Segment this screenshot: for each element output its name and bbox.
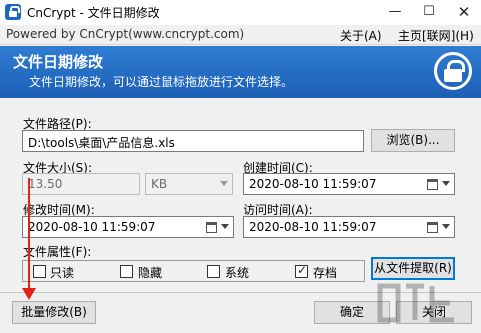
watermark-graphic [377,283,454,323]
chevron-down-icon[interactable] [221,224,229,229]
hidden-label: 隐藏 [138,266,163,280]
annotation-arrow-head [22,288,36,300]
modified-time-picker[interactable]: 2020-08-10 11:59:07 [22,216,234,238]
system-checkbox[interactable] [207,265,220,278]
accessed-time-picker[interactable]: 2020-08-10 11:59:07 [243,216,455,238]
file-size-input: 13.50 [22,173,140,195]
accessed-time-value: 2020-08-10 11:59:07 [249,220,377,234]
check-icon: ✓ [297,263,308,277]
size-unit-value: KB [151,177,168,191]
menu-about[interactable]: 关于(A) [340,27,382,44]
readonly-checkbox[interactable] [33,265,46,278]
header-subtitle: 文件日期修改，可以通过鼠标拖放进行文件选择。 [29,75,294,89]
powered-by-text: Powered by CnCrypt(www.cncrypt.com) [6,27,245,41]
minimize-button[interactable]: — [378,0,412,25]
window-title: CnCrypt - 文件日期修改 [27,6,160,20]
calendar-icon[interactable] [206,222,217,233]
chevron-down-icon [220,181,228,186]
title-bar: CnCrypt - 文件日期修改 — ☐ ✕ [0,0,481,25]
menu-bar: Powered by CnCrypt(www.cncrypt.com) 关于(A… [0,25,481,45]
readonly-label: 只读 [50,266,75,280]
header-banner: 文件日期修改 文件日期修改，可以通过鼠标拖放进行文件选择。 [0,46,481,98]
system-label: 系统 [225,266,250,280]
hidden-checkbox[interactable] [120,265,133,278]
chevron-down-icon[interactable] [442,181,450,186]
menu-home[interactable]: 主页[联网](H) [398,27,474,44]
chevron-down-icon[interactable] [442,224,450,229]
archive-checkbox[interactable]: ✓ [295,263,308,278]
archive-label: 存档 [313,266,338,280]
maximize-button[interactable]: ☐ [412,0,446,25]
created-time-picker[interactable]: 2020-08-10 11:59:07 [243,173,455,195]
batch-modify-button[interactable]: 批量修改(B) [12,301,96,324]
lock-icon [434,52,472,90]
annotation-arrow-line [28,178,30,293]
browse-button[interactable]: 浏览(B)... [371,129,455,152]
app-lock-icon [5,4,21,20]
header-title: 文件日期修改 [13,53,104,71]
created-time-value: 2020-08-10 11:59:07 [249,177,377,191]
attributes-group: 只读 隐藏 系统 ✓ 存档 [22,260,365,282]
calendar-icon[interactable] [427,222,438,233]
modified-time-value: 2020-08-10 11:59:07 [28,220,156,234]
size-unit-select: KB [145,173,233,195]
file-path-input[interactable]: D:\tools\桌面\产品信息.xls [22,130,364,152]
attributes-label: 文件属性(F): [23,245,92,259]
watermark-logo [374,276,464,330]
calendar-icon[interactable] [427,179,438,190]
close-window-button[interactable]: ✕ [447,0,481,25]
